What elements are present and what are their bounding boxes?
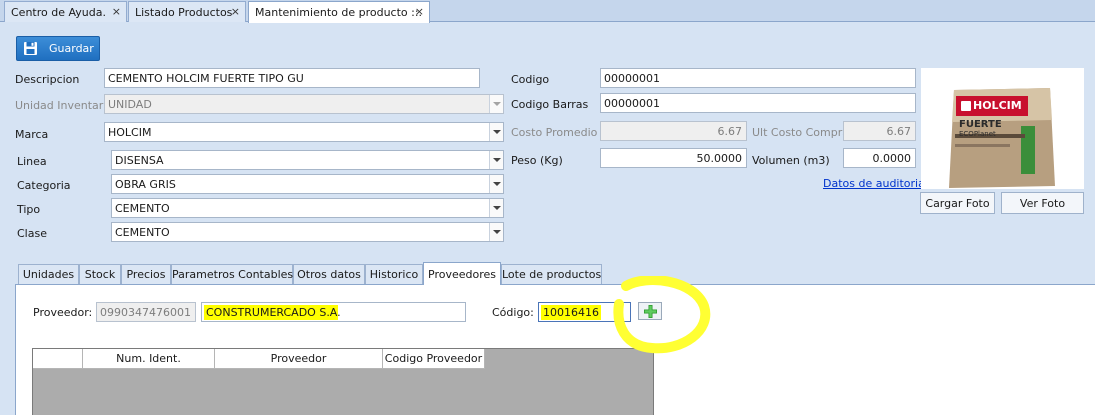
tipo-select[interactable]: CEMENTO <box>111 198 504 218</box>
tab-unidades[interactable]: Unidades <box>18 264 79 284</box>
tab-historico[interactable]: Historico <box>365 264 423 284</box>
categoria-select[interactable]: OBRA GRIS <box>111 174 504 194</box>
doc-tab-label: Listado Productos <box>135 6 233 19</box>
marca-label: Marca <box>15 128 49 141</box>
cement-bag-image <box>949 88 1055 188</box>
grid-header-codigo-proveedor[interactable]: Codigo Proveedor <box>383 349 485 369</box>
codigo-label: Codigo <box>511 73 550 86</box>
grid-header-selector[interactable] <box>33 349 83 369</box>
peso-input[interactable]: 50.0000 <box>600 148 747 168</box>
codigo-proveedor-value: 10016416 <box>541 305 601 320</box>
save-button[interactable]: Guardar <box>16 36 100 61</box>
clase-value: CEMENTO <box>115 226 170 239</box>
volumen-label: Volumen (m3) <box>752 154 830 167</box>
marca-value: HOLCIM <box>108 126 152 139</box>
add-proveedor-button[interactable] <box>638 302 662 320</box>
clase-label: Clase <box>17 227 47 240</box>
plus-icon <box>644 305 657 318</box>
document-tab-bar: Centro de Ayuda. × Listado Productos × M… <box>0 0 1095 23</box>
chevron-down-icon[interactable] <box>489 223 503 241</box>
close-icon[interactable]: × <box>112 5 121 18</box>
tab-parametros-contables[interactable]: Parametros Contables <box>171 264 293 284</box>
floppy-disk-icon <box>24 42 37 55</box>
codigo-proveedor-input[interactable]: 10016416 <box>538 302 631 322</box>
doc-tab-mantenimiento-producto[interactable]: Mantenimiento de producto ::. × <box>248 1 430 23</box>
doc-tab-label: Mantenimiento de producto ::. <box>255 6 423 19</box>
save-button-label: Guardar <box>49 42 94 55</box>
chevron-down-icon[interactable] <box>489 175 503 193</box>
cargar-foto-button[interactable]: Cargar Foto <box>920 192 995 214</box>
doc-tab-listado-productos[interactable]: Listado Productos × <box>128 1 246 22</box>
chevron-down-icon[interactable] <box>489 151 503 169</box>
codigo-input[interactable]: 00000001 <box>600 68 916 88</box>
descripcion-label: Descripcion <box>15 73 80 86</box>
chevron-down-icon[interactable] <box>489 199 503 217</box>
unidad-inventario-value: UNIDAD <box>108 98 152 111</box>
close-icon[interactable]: × <box>231 5 240 18</box>
ult-costo-compra-input: 6.67 <box>843 121 916 141</box>
chevron-down-icon <box>489 95 503 113</box>
peso-label: Peso (Kg) <box>511 154 563 167</box>
proveedor-name-input[interactable]: CONSTRUMERCADO S.A. <box>201 302 466 322</box>
codigo-proveedor-label: Código: <box>492 306 534 319</box>
photo-brand-text: HOLCIM <box>973 99 1022 112</box>
ver-foto-button[interactable]: Ver Foto <box>1001 192 1084 214</box>
close-icon[interactable]: × <box>415 5 424 18</box>
grid-header-num-ident[interactable]: Num. Ident. <box>83 349 215 369</box>
codigo-barras-input[interactable]: 00000001 <box>600 93 916 113</box>
tipo-label: Tipo <box>17 203 41 216</box>
photo-line1-text: FUERTE <box>959 119 1002 130</box>
unidad-inventario-select: UNIDAD <box>104 94 504 114</box>
descripcion-input[interactable]: CEMENTO HOLCIM FUERTE TIPO GU <box>104 68 480 88</box>
linea-value: DISENSA <box>115 154 164 167</box>
tab-otros-datos[interactable]: Otros datos <box>293 264 365 284</box>
chevron-down-icon[interactable] <box>489 123 503 141</box>
unidad-inventario-label: Unidad Inventario <box>15 99 114 112</box>
clase-select[interactable]: CEMENTO <box>111 222 504 242</box>
proveedor-name-value: CONSTRUMERCADO S.A. <box>204 305 341 320</box>
volumen-input[interactable]: 0.0000 <box>843 148 916 168</box>
ult-costo-compra-label: Ult Costo Compra <box>752 126 849 139</box>
proveedores-grid[interactable]: Num. Ident. Proveedor Codigo Proveedor <box>32 348 654 415</box>
tab-lote-productos[interactable]: Lote de productos <box>501 264 602 284</box>
proveedor-label: Proveedor: <box>33 306 93 319</box>
proveedor-id-input: 0990347476001 <box>96 302 196 322</box>
categoria-label: Categoria <box>17 179 71 192</box>
product-photo: HOLCIM FUERTE ECOPlanet <box>921 68 1084 189</box>
tab-stock[interactable]: Stock <box>79 264 121 284</box>
costo-promedio-input: 6.67 <box>600 121 747 141</box>
tipo-value: CEMENTO <box>115 202 170 215</box>
section-tab-bar: Unidades Stock Precios Parametros Contab… <box>0 262 1095 285</box>
doc-tab-centro-ayuda[interactable]: Centro de Ayuda. × <box>4 1 127 22</box>
grid-header-proveedor[interactable]: Proveedor <box>215 349 383 369</box>
marca-select[interactable]: HOLCIM <box>104 122 504 142</box>
linea-select[interactable]: DISENSA <box>111 150 504 170</box>
categoria-value: OBRA GRIS <box>115 178 176 191</box>
photo-line2-text: ECOPlanet <box>959 130 996 138</box>
datos-auditoria-link[interactable]: Datos de auditoria <box>823 177 925 190</box>
linea-label: Linea <box>17 155 47 168</box>
tab-precios[interactable]: Precios <box>121 264 171 284</box>
tab-proveedores[interactable]: Proveedores <box>423 262 501 285</box>
doc-tab-label: Centro de Ayuda. <box>11 6 106 19</box>
costo-promedio-label: Costo Promedio <box>511 126 598 139</box>
codigo-barras-label: Codigo Barras <box>511 98 589 111</box>
